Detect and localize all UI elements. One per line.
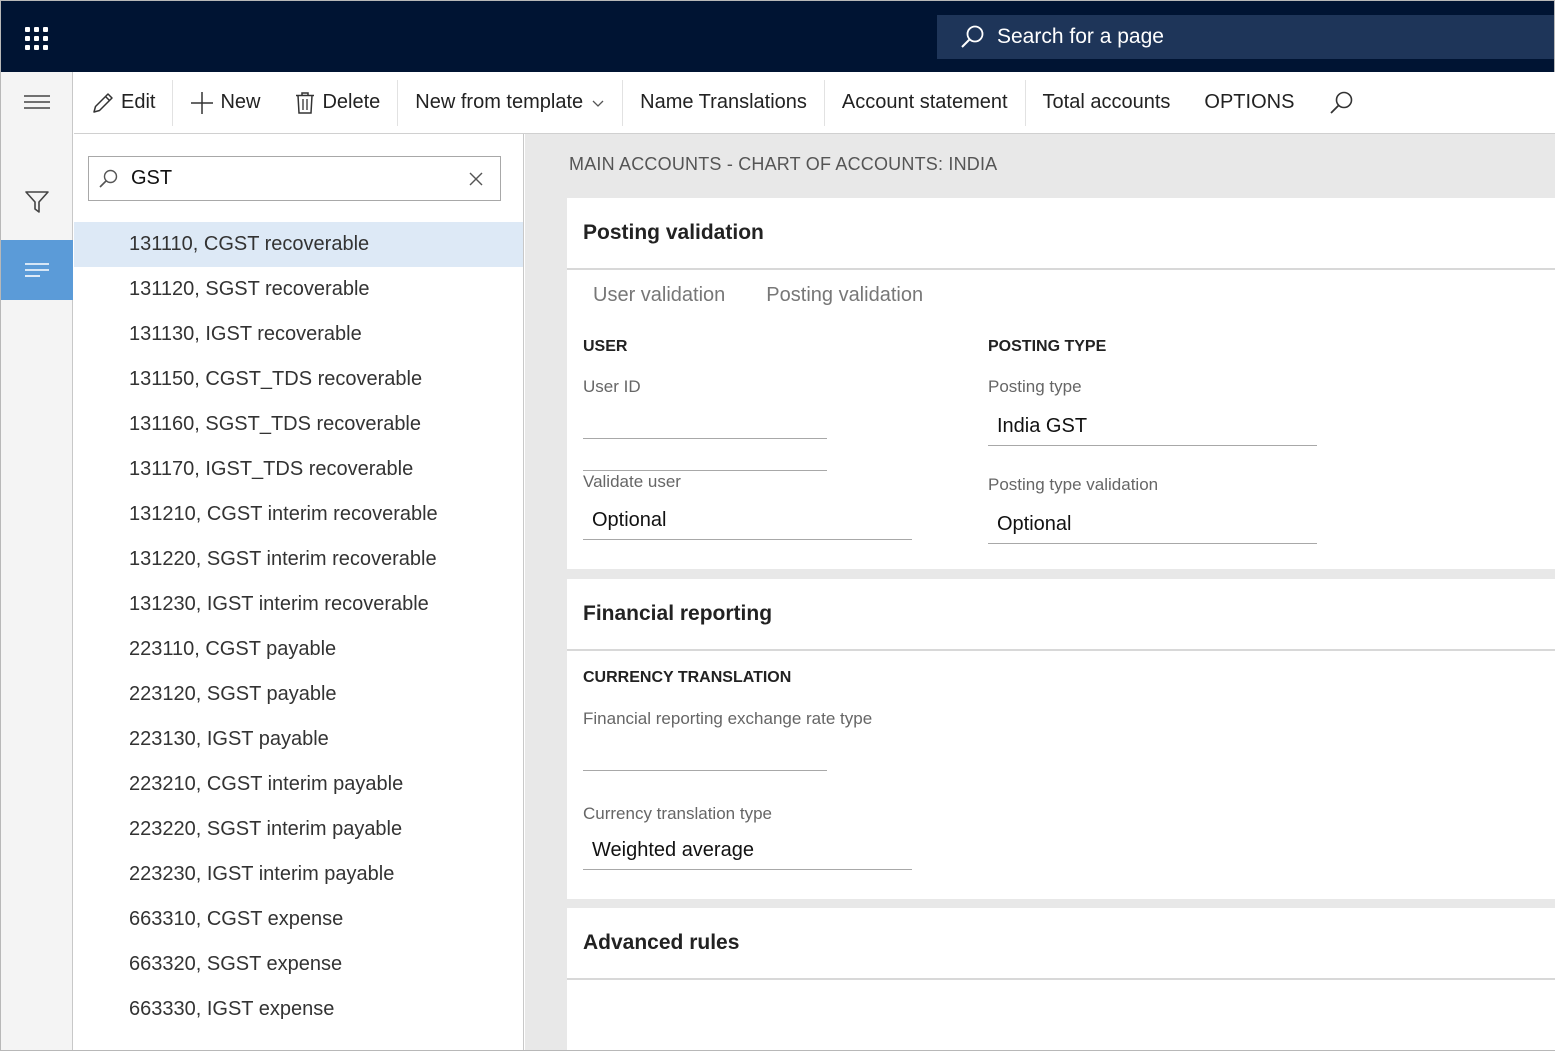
new-from-template-button[interactable]: New from template xyxy=(398,80,622,126)
posting-type-group: POSTING TYPE xyxy=(988,338,1106,356)
name-translations-button[interactable]: Name Translations xyxy=(623,80,824,126)
exchange-rate-type-label: Financial reporting exchange rate type xyxy=(583,709,873,728)
list-item[interactable]: 131210, CGST interim recoverable xyxy=(74,492,523,537)
list-item[interactable]: 663310, CGST expense xyxy=(74,897,523,942)
delete-label: Delete xyxy=(322,91,381,113)
app-launcher-icon[interactable] xyxy=(25,27,49,50)
posting-type-group-title: POSTING TYPE xyxy=(988,338,1107,355)
advanced-rules-section: Advanced rules xyxy=(567,908,1555,1050)
posting-type-label: Posting type xyxy=(988,377,1082,396)
list-view-button[interactable] xyxy=(1,240,73,300)
list-item[interactable]: 223130, IGST payable xyxy=(74,717,523,762)
validate-user-field[interactable]: Optional xyxy=(583,500,912,540)
posting-type-validation-field[interactable]: Optional xyxy=(988,504,1317,544)
total-accounts-button[interactable]: Total accounts xyxy=(1026,80,1188,126)
user-group-title: USER xyxy=(583,338,628,355)
list-item[interactable]: 131120, SGST recoverable xyxy=(74,267,523,312)
currency-translation-group: CURRENCY TRANSLATION xyxy=(583,669,791,687)
trash-icon xyxy=(296,91,315,114)
total-accounts-label: Total accounts xyxy=(1042,91,1171,113)
top-navigation-bar: Search for a page xyxy=(1,1,1554,72)
list-item[interactable]: 223210, CGST interim payable xyxy=(74,762,523,807)
search-icon xyxy=(99,169,118,188)
details-pane: MAIN ACCOUNTS - CHART OF ACCOUNTS: INDIA… xyxy=(525,134,1555,1050)
user-id-underline xyxy=(583,470,827,471)
list-item[interactable]: 223110, CGST payable xyxy=(74,627,523,672)
new-label: New xyxy=(220,91,261,113)
posting-validation-section: Posting validation User validation Posti… xyxy=(567,198,1555,569)
user-group: USER xyxy=(583,338,627,356)
list-item[interactable]: 131160, SGST_TDS recoverable xyxy=(74,402,523,447)
tab-user-validation[interactable]: User validation xyxy=(593,284,725,307)
list-item[interactable]: 131220, SGST interim recoverable xyxy=(74,537,523,582)
navigation-rail xyxy=(1,72,73,1050)
posting-validation-header[interactable]: Posting validation xyxy=(567,198,1555,270)
search-icon xyxy=(1330,91,1353,114)
list-item[interactable]: 131170, IGST_TDS recoverable xyxy=(74,447,523,492)
validate-user-label: Validate user xyxy=(583,472,681,491)
options-tab[interactable]: OPTIONS xyxy=(1187,80,1311,126)
search-for-page-label: Search for a page xyxy=(997,25,1164,48)
name-translations-label: Name Translations xyxy=(640,91,807,113)
list-filter-input[interactable]: GST xyxy=(88,156,501,201)
advanced-rules-header[interactable]: Advanced rules xyxy=(567,908,1555,980)
list-icon xyxy=(25,263,49,277)
edit-button[interactable]: Edit xyxy=(74,80,172,126)
currency-translation-type-label: Currency translation type xyxy=(583,804,772,823)
tab-posting-validation[interactable]: Posting validation xyxy=(766,284,923,307)
search-for-page-button[interactable]: Search for a page xyxy=(937,15,1554,59)
list-item[interactable]: 223120, SGST payable xyxy=(74,672,523,717)
action-pane: Edit New Delete New from template Name T… xyxy=(74,72,1555,134)
account-statement-label: Account statement xyxy=(841,91,1008,113)
exchange-rate-type-field[interactable] xyxy=(583,731,827,771)
list-item[interactable]: 223220, SGST interim payable xyxy=(74,807,523,852)
edit-label: Edit xyxy=(121,91,156,113)
options-label: OPTIONS xyxy=(1204,91,1295,113)
list-item[interactable]: 663320, SGST expense xyxy=(74,942,523,987)
filter-button[interactable] xyxy=(1,180,73,224)
navigation-menu-button[interactable] xyxy=(1,80,73,124)
delete-button[interactable]: Delete xyxy=(277,80,397,126)
new-from-template-label: New from template xyxy=(415,91,584,113)
currency-translation-type-field[interactable]: Weighted average xyxy=(583,830,912,870)
list-item[interactable]: 131230, IGST interim recoverable xyxy=(74,582,523,627)
financial-reporting-section: Financial reporting CURRENCY TRANSLATION… xyxy=(567,579,1555,899)
list-item[interactable]: 131110, CGST recoverable xyxy=(74,222,523,267)
accounts-list: 131110, CGST recoverable 131120, SGST re… xyxy=(74,222,523,1032)
page-caption: MAIN ACCOUNTS - CHART OF ACCOUNTS: INDIA xyxy=(569,154,998,174)
close-icon[interactable] xyxy=(468,171,484,187)
currency-translation-group-title: CURRENCY TRANSLATION xyxy=(583,669,792,686)
pencil-icon xyxy=(93,92,113,113)
posting-type-field[interactable]: India GST xyxy=(988,406,1317,446)
list-item[interactable]: 223230, IGST interim payable xyxy=(74,852,523,897)
list-item[interactable]: 131150, CGST_TDS recoverable xyxy=(74,357,523,402)
user-id-label: User ID xyxy=(583,377,641,396)
chevron-down-icon xyxy=(592,100,604,107)
new-button[interactable]: New xyxy=(173,80,277,126)
account-statement-button[interactable]: Account statement xyxy=(825,80,1025,126)
list-item[interactable]: 131130, IGST recoverable xyxy=(74,312,523,357)
list-item[interactable]: 663330, IGST expense xyxy=(74,987,523,1032)
accounts-list-panel: GST 131110, CGST recoverable 131120, SGS… xyxy=(74,134,524,1050)
plus-icon xyxy=(191,91,214,114)
hamburger-icon xyxy=(24,95,50,109)
user-id-field[interactable] xyxy=(583,399,827,439)
posting-type-validation-label: Posting type validation xyxy=(988,475,1159,494)
action-search-button[interactable] xyxy=(1311,80,1377,126)
search-icon xyxy=(961,25,984,48)
posting-validation-tabs: User validation Posting validation xyxy=(593,284,964,307)
filter-value: GST xyxy=(131,167,173,189)
financial-reporting-header[interactable]: Financial reporting xyxy=(567,579,1555,651)
filter-icon xyxy=(25,191,49,213)
